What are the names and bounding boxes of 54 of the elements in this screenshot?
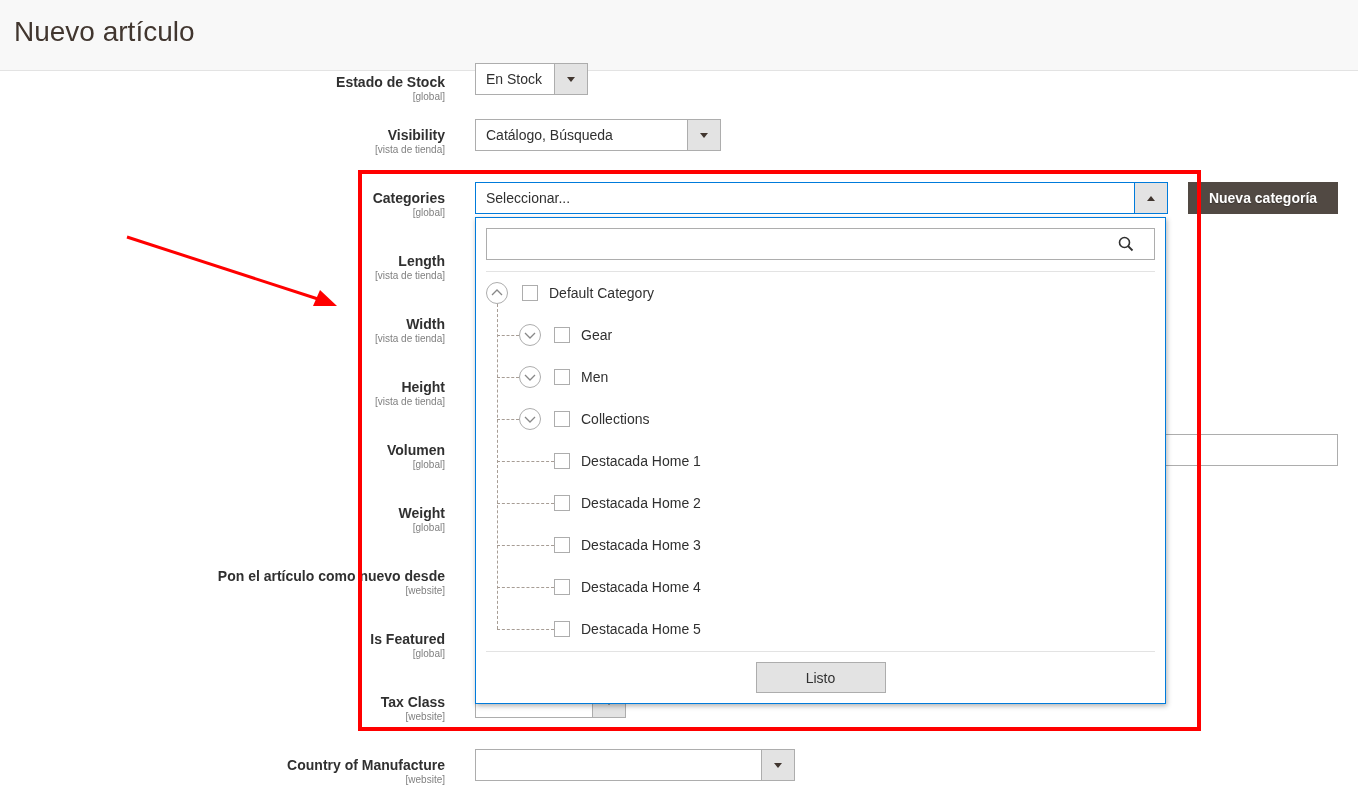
- scope-label: [vista de tienda]: [374, 396, 445, 408]
- checkbox[interactable]: [554, 579, 570, 595]
- search-field[interactable]: [486, 228, 1155, 260]
- field-label: Visibility: [387, 126, 445, 144]
- scope-label: [website]: [405, 774, 445, 786]
- field-label: Height: [401, 378, 445, 396]
- scope-label: [website]: [405, 711, 445, 723]
- category-label[interactable]: Destacada Home 3: [581, 537, 701, 553]
- page-title: Nuevo artículo: [13, 15, 195, 48]
- checkbox[interactable]: [554, 453, 570, 469]
- category-label[interactable]: Gear: [581, 327, 613, 343]
- select-field[interactable]: En Stock: [475, 63, 588, 95]
- checkbox[interactable]: [554, 411, 570, 427]
- chevron-icon[interactable]: [486, 282, 508, 304]
- field-label: Categories: [372, 189, 445, 207]
- search-icon[interactable]: [1118, 236, 1134, 252]
- checkbox[interactable]: [554, 537, 570, 553]
- scope-label: [vista de tienda]: [374, 270, 445, 282]
- chevron-icon[interactable]: [519, 324, 541, 346]
- scope-label: [global]: [412, 522, 445, 534]
- category-label[interactable]: Men: [581, 369, 609, 385]
- new-category-button[interactable]: Nueva categoría: [1188, 182, 1338, 214]
- field-label: Weight: [398, 504, 445, 522]
- scope-label: [vista de tienda]: [374, 144, 445, 156]
- select-field[interactable]: Catálogo, Búsqueda: [475, 119, 721, 151]
- scope-label: [global]: [412, 91, 445, 103]
- scope-label: [website]: [405, 585, 445, 597]
- checkbox[interactable]: [522, 285, 538, 301]
- field-label: Tax Class: [380, 693, 445, 711]
- category-label[interactable]: Destacada Home 2: [581, 495, 701, 511]
- scope-label: [global]: [412, 648, 445, 660]
- field-label: Estado de Stock: [336, 73, 445, 91]
- checkbox[interactable]: [554, 495, 570, 511]
- category-label[interactable]: Destacada Home 5: [581, 621, 701, 637]
- checkbox[interactable]: [554, 369, 570, 385]
- field-label: Is Featured: [370, 630, 445, 648]
- category-label[interactable]: Default Category: [549, 285, 655, 301]
- select-field[interactable]: [475, 749, 795, 781]
- category-label[interactable]: Destacada Home 4: [581, 579, 701, 595]
- field-label: Width: [406, 315, 445, 333]
- chevron-icon[interactable]: [519, 366, 541, 388]
- field-label: Length: [398, 252, 445, 270]
- scope-label: [global]: [412, 207, 445, 219]
- category-label[interactable]: Collections: [581, 411, 650, 427]
- done-button[interactable]: Listo: [755, 662, 886, 693]
- checkbox[interactable]: [554, 621, 570, 637]
- field-label: Country of Manufacture: [287, 756, 445, 774]
- chevron-icon[interactable]: [519, 408, 541, 430]
- category-label[interactable]: Destacada Home 1: [581, 453, 701, 469]
- scope-label: [global]: [412, 459, 445, 471]
- checkbox[interactable]: [554, 327, 570, 343]
- field-label: Volumen: [386, 441, 445, 459]
- scope-label: [vista de tienda]: [374, 333, 445, 345]
- select-field[interactable]: Seleccionar...: [475, 182, 1168, 214]
